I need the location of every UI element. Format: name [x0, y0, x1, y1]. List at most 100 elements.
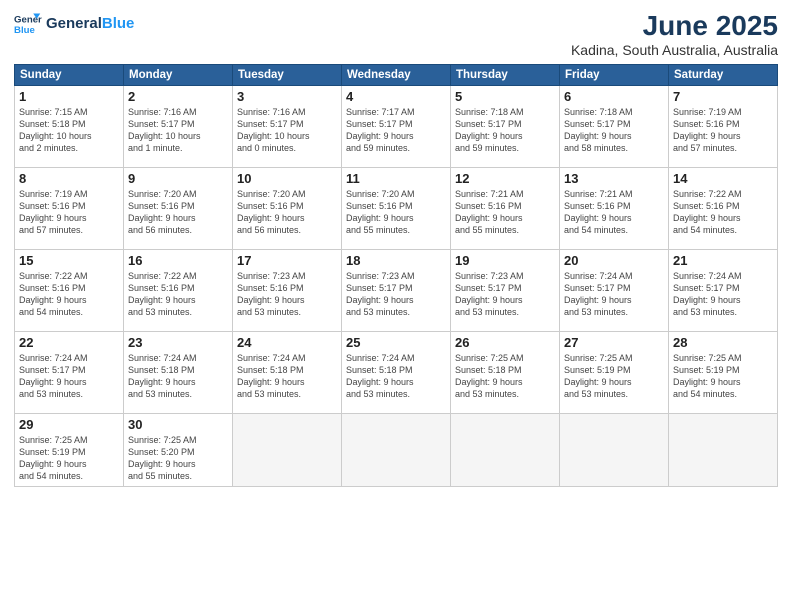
- day-number: 17: [237, 253, 337, 268]
- day-info: Sunrise: 7:25 AM Sunset: 5:19 PM Dayligh…: [673, 352, 773, 401]
- day-info: Sunrise: 7:25 AM Sunset: 5:19 PM Dayligh…: [19, 434, 119, 483]
- location: Kadina, South Australia, Australia: [571, 42, 778, 58]
- day-number: 4: [346, 89, 446, 104]
- calendar-cell: 25 Sunrise: 7:24 AM Sunset: 5:18 PM Dayli…: [342, 332, 451, 414]
- day-number: 21: [673, 253, 773, 268]
- calendar-cell: 5 Sunrise: 7:18 AM Sunset: 5:17 PM Daylig…: [451, 86, 560, 168]
- day-number: 27: [564, 335, 664, 350]
- day-number: 25: [346, 335, 446, 350]
- day-info: Sunrise: 7:15 AM Sunset: 5:18 PM Dayligh…: [19, 106, 119, 155]
- day-number: 5: [455, 89, 555, 104]
- day-number: 15: [19, 253, 119, 268]
- day-info: Sunrise: 7:25 AM Sunset: 5:19 PM Dayligh…: [564, 352, 664, 401]
- logo-general: General: [46, 15, 102, 32]
- day-number: 18: [346, 253, 446, 268]
- calendar-cell: 15 Sunrise: 7:22 AM Sunset: 5:16 PM Dayli…: [15, 250, 124, 332]
- header: General Blue GeneralBlue June 2025 Kadin…: [14, 10, 778, 58]
- calendar-cell: 29 Sunrise: 7:25 AM Sunset: 5:19 PM Dayli…: [15, 414, 124, 487]
- day-number: 12: [455, 171, 555, 186]
- logo-text: GeneralBlue: [46, 15, 134, 32]
- header-friday: Friday: [560, 65, 669, 86]
- day-number: 8: [19, 171, 119, 186]
- calendar-cell: [669, 414, 778, 487]
- calendar-cell: 9 Sunrise: 7:20 AM Sunset: 5:16 PM Daylig…: [124, 168, 233, 250]
- calendar-cell: 18Sunrise: 7:23 AM Sunset: 5:17 PM Dayli…: [342, 250, 451, 332]
- calendar-cell: 20 Sunrise: 7:24 AM Sunset: 5:17 PM Dayli…: [560, 250, 669, 332]
- calendar-cell: [451, 414, 560, 487]
- day-number: 16: [128, 253, 228, 268]
- calendar-cell: 10 Sunrise: 7:20 AM Sunset: 5:16 PM Dayli…: [233, 168, 342, 250]
- day-number: 3: [237, 89, 337, 104]
- calendar-cell: 13 Sunrise: 7:21 AM Sunset: 5:16 PM Dayli…: [560, 168, 669, 250]
- day-info: Sunrise: 7:18 AM Sunset: 5:17 PM Dayligh…: [564, 106, 664, 155]
- day-info: Sunrise: 7:24 AM Sunset: 5:17 PM Dayligh…: [564, 270, 664, 319]
- header-monday: Monday: [124, 65, 233, 86]
- calendar: Sunday Monday Tuesday Wednesday Thursday…: [14, 64, 778, 487]
- calendar-cell: [233, 414, 342, 487]
- day-info: Sunrise: 7:24 AM Sunset: 5:17 PM Dayligh…: [19, 352, 119, 401]
- calendar-cell: 22 Sunrise: 7:24 AM Sunset: 5:17 PM Dayli…: [15, 332, 124, 414]
- calendar-cell: 6 Sunrise: 7:18 AM Sunset: 5:17 PM Daylig…: [560, 86, 669, 168]
- calendar-cell: 19 Sunrise: 7:23 AM Sunset: 5:17 PM Dayli…: [451, 250, 560, 332]
- day-info: Sunrise: 7:23 AM Sunset: 5:16 PM Dayligh…: [237, 270, 337, 319]
- calendar-cell: 3 Sunrise: 7:16 AM Sunset: 5:17 PM Daylig…: [233, 86, 342, 168]
- day-info: Sunrise: 7:20 AM Sunset: 5:16 PM Dayligh…: [128, 188, 228, 237]
- calendar-cell: 27 Sunrise: 7:25 AM Sunset: 5:19 PM Dayli…: [560, 332, 669, 414]
- day-number: 26: [455, 335, 555, 350]
- day-number: 9: [128, 171, 228, 186]
- day-info: Sunrise: 7:16 AM Sunset: 5:17 PM Dayligh…: [237, 106, 337, 155]
- calendar-cell: 16 Sunrise: 7:22 AM Sunset: 5:16 PM Dayli…: [124, 250, 233, 332]
- day-info: Sunrise: 7:24 AM Sunset: 5:18 PM Dayligh…: [128, 352, 228, 401]
- calendar-cell: 21 Sunrise: 7:24 AM Sunset: 5:17 PM Dayli…: [669, 250, 778, 332]
- day-number: 20: [564, 253, 664, 268]
- day-info: Sunrise: 7:17 AM Sunset: 5:17 PM Dayligh…: [346, 106, 446, 155]
- page: General Blue GeneralBlue June 2025 Kadin…: [0, 0, 792, 612]
- day-info: Sunrise: 7:22 AM Sunset: 5:16 PM Dayligh…: [128, 270, 228, 319]
- day-info: Sunrise: 7:18 AM Sunset: 5:17 PM Dayligh…: [455, 106, 555, 155]
- calendar-cell: 28 Sunrise: 7:25 AM Sunset: 5:19 PM Dayli…: [669, 332, 778, 414]
- day-info: Sunrise: 7:20 AM Sunset: 5:16 PM Dayligh…: [237, 188, 337, 237]
- day-info: Sunrise: 7:16 AM Sunset: 5:17 PM Dayligh…: [128, 106, 228, 155]
- header-sunday: Sunday: [15, 65, 124, 86]
- calendar-cell: 2 Sunrise: 7:16 AM Sunset: 5:17 PM Daylig…: [124, 86, 233, 168]
- day-info: Sunrise: 7:24 AM Sunset: 5:17 PM Dayligh…: [673, 270, 773, 319]
- calendar-cell: 24Sunrise: 7:24 AM Sunset: 5:18 PM Dayli…: [233, 332, 342, 414]
- calendar-cell: 4 Sunrise: 7:17 AM Sunset: 5:17 PM Daylig…: [342, 86, 451, 168]
- day-number: 7: [673, 89, 773, 104]
- calendar-cell: 30Sunrise: 7:25 AM Sunset: 5:20 PM Dayli…: [124, 414, 233, 487]
- calendar-cell: [560, 414, 669, 487]
- day-number: 19: [455, 253, 555, 268]
- day-number: 28: [673, 335, 773, 350]
- day-number: 6: [564, 89, 664, 104]
- header-thursday: Thursday: [451, 65, 560, 86]
- calendar-cell: 1 Sunrise: 7:15 AM Sunset: 5:18 PM Daylig…: [15, 86, 124, 168]
- day-number: 22: [19, 335, 119, 350]
- day-number: 30: [128, 417, 228, 432]
- day-info: Sunrise: 7:19 AM Sunset: 5:16 PM Dayligh…: [673, 106, 773, 155]
- day-info: Sunrise: 7:21 AM Sunset: 5:16 PM Dayligh…: [564, 188, 664, 237]
- day-info: Sunrise: 7:24 AM Sunset: 5:18 PM Dayligh…: [346, 352, 446, 401]
- day-info: Sunrise: 7:22 AM Sunset: 5:16 PM Dayligh…: [19, 270, 119, 319]
- day-number: 29: [19, 417, 119, 432]
- title-block: June 2025 Kadina, South Australia, Austr…: [571, 10, 778, 58]
- day-number: 11: [346, 171, 446, 186]
- header-saturday: Saturday: [669, 65, 778, 86]
- logo: General Blue GeneralBlue: [14, 10, 134, 38]
- day-number: 1: [19, 89, 119, 104]
- day-number: 13: [564, 171, 664, 186]
- calendar-cell: 7 Sunrise: 7:19 AM Sunset: 5:16 PM Daylig…: [669, 86, 778, 168]
- svg-text:Blue: Blue: [14, 25, 35, 36]
- day-number: 10: [237, 171, 337, 186]
- day-number: 2: [128, 89, 228, 104]
- day-number: 23: [128, 335, 228, 350]
- calendar-cell: 26 Sunrise: 7:25 AM Sunset: 5:18 PM Dayli…: [451, 332, 560, 414]
- month-year: June 2025: [571, 10, 778, 42]
- day-info: Sunrise: 7:23 AM Sunset: 5:17 PM Dayligh…: [455, 270, 555, 319]
- day-info: Sunrise: 7:20 AM Sunset: 5:16 PM Dayligh…: [346, 188, 446, 237]
- weekday-header-row: Sunday Monday Tuesday Wednesday Thursday…: [15, 65, 778, 86]
- calendar-cell: 11 Sunrise: 7:20 AM Sunset: 5:16 PM Dayli…: [342, 168, 451, 250]
- calendar-cell: 17 Sunrise: 7:23 AM Sunset: 5:16 PM Dayli…: [233, 250, 342, 332]
- day-info: Sunrise: 7:25 AM Sunset: 5:18 PM Dayligh…: [455, 352, 555, 401]
- calendar-cell: 23 Sunrise: 7:24 AM Sunset: 5:18 PM Dayli…: [124, 332, 233, 414]
- calendar-cell: [342, 414, 451, 487]
